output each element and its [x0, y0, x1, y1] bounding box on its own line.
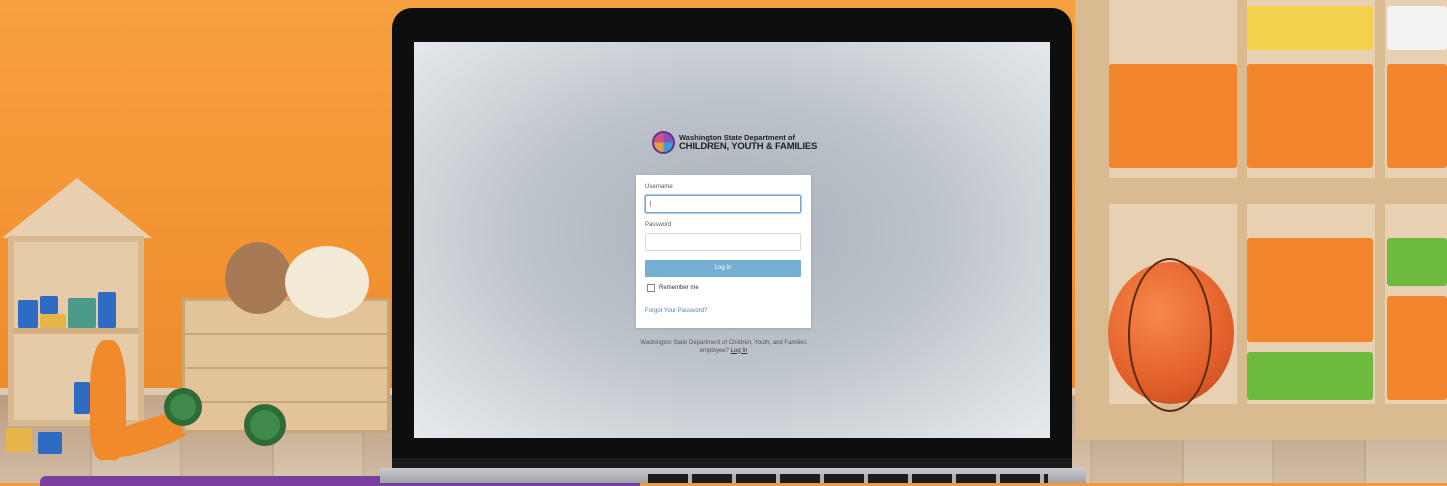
- toy-block: [98, 292, 116, 328]
- password-input[interactable]: [645, 233, 801, 251]
- laptop-keys: [648, 474, 1048, 483]
- wooden-toy-box: [182, 298, 390, 433]
- dollhouse-shelf: [14, 328, 138, 334]
- dollhouse-roof: [2, 178, 152, 238]
- logo-text: Washington State Department of CHILDREN,…: [679, 134, 817, 151]
- toy-dollhouse: [2, 178, 152, 428]
- toy-block: [40, 296, 58, 314]
- employee-note-text: Washington State Department of Children,…: [640, 340, 807, 354]
- toy-box-wheel: [164, 388, 202, 426]
- username-label: Username: [645, 184, 673, 190]
- orange-bin: [1387, 296, 1447, 400]
- password-label: Password: [645, 222, 672, 228]
- yellow-bin: [1247, 6, 1373, 50]
- checkbox-icon[interactable]: [647, 284, 655, 292]
- toy-block: [38, 432, 62, 454]
- ball-seam: [1128, 258, 1212, 412]
- toy-block: [18, 300, 38, 328]
- shelf-frame: [1075, 0, 1109, 440]
- remember-label: Remember me: [659, 285, 699, 291]
- shelf-frame: [1375, 0, 1385, 404]
- forgot-password-link[interactable]: Forgot Your Password?: [645, 308, 707, 314]
- toy-block: [68, 298, 96, 328]
- dcyf-logo-icon: [652, 131, 675, 154]
- remember-me[interactable]: Remember me: [647, 284, 699, 292]
- logo-line2: CHILDREN, YOUTH & FAMILIES: [679, 140, 818, 152]
- basketball: [1108, 258, 1234, 412]
- brown-plush: [225, 242, 291, 314]
- login-button[interactable]: Log In: [645, 260, 801, 277]
- white-teddy-bear: [285, 246, 369, 318]
- white-bin: [1387, 6, 1447, 50]
- login-card: Username | Password Log In Remember me F…: [636, 175, 811, 328]
- shelf-frame: [1109, 178, 1447, 204]
- green-bin: [1387, 238, 1447, 286]
- orange-bin: [1247, 64, 1373, 168]
- username-input[interactable]: |: [645, 195, 801, 213]
- orange-bin: [1109, 64, 1237, 168]
- toy-box-wheel: [244, 404, 286, 446]
- green-bin: [1247, 352, 1373, 400]
- employee-note: Washington State Department of Children,…: [636, 340, 811, 355]
- toy-block: [6, 428, 32, 452]
- orange-bin: [1247, 238, 1373, 342]
- toy-block: [40, 314, 66, 328]
- shelf-frame: [1237, 0, 1247, 404]
- employee-login-link[interactable]: Log In: [731, 348, 748, 354]
- orange-bin: [1387, 64, 1447, 168]
- dcyf-logo: Washington State Department of CHILDREN,…: [652, 131, 817, 154]
- toy-block: [74, 382, 90, 414]
